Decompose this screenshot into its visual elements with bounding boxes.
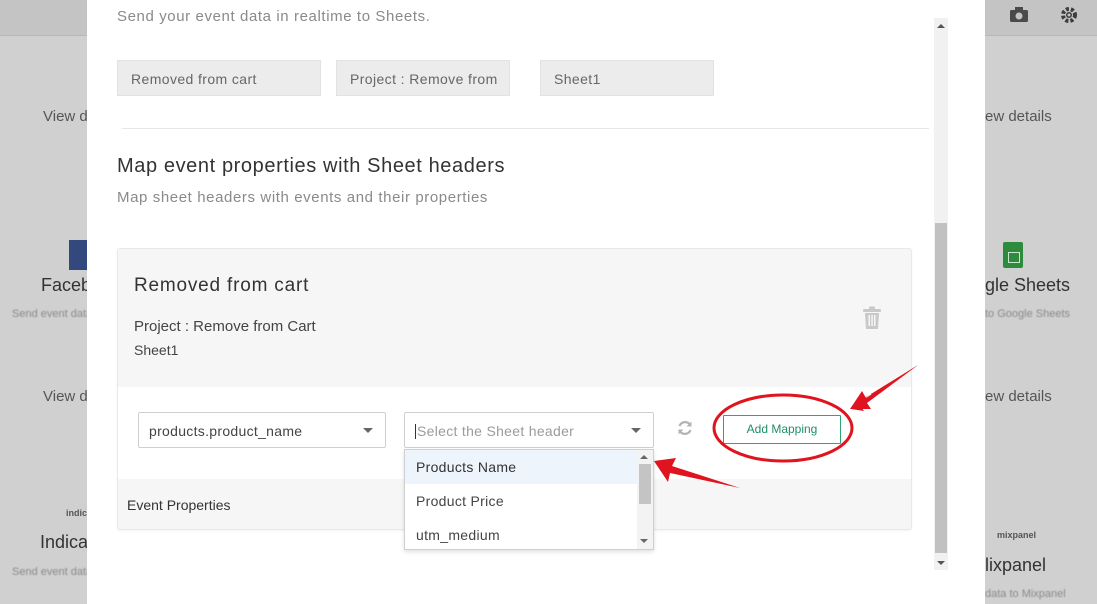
bg-card-title: gle Sheets bbox=[985, 275, 1071, 295]
dropdown-option[interactable]: utm_medium bbox=[405, 518, 653, 549]
event-name-field: Removed from cart bbox=[117, 60, 321, 96]
bg-card-title: lixpanel bbox=[985, 555, 1047, 575]
event-property-select-value: products.product_name bbox=[149, 423, 303, 439]
dropdown-option[interactable]: Product Price bbox=[405, 484, 653, 518]
chevron-down-icon bbox=[363, 428, 373, 433]
bg-view-details-link[interactable]: ew details bbox=[985, 388, 1052, 405]
modal-subtitle: Send your event data in realtime to Shee… bbox=[117, 8, 431, 25]
modal-scrollbar[interactable] bbox=[934, 18, 948, 570]
bg-card-title: Faceb bbox=[41, 275, 92, 295]
section-title: Map event properties with Sheet headers bbox=[117, 155, 506, 177]
chevron-down-icon bbox=[631, 428, 641, 433]
card-title: Removed from cart bbox=[134, 275, 310, 296]
google-sheets-logo-icon bbox=[1003, 242, 1023, 268]
bg-view-details-link[interactable]: View d bbox=[43, 108, 88, 125]
bg-view-details-link[interactable]: ew details bbox=[985, 108, 1052, 125]
sheet-header-dropdown: Products Name Product Price utm_medium bbox=[404, 449, 654, 550]
facebook-logo-icon bbox=[69, 240, 87, 270]
section-description: Map sheet headers with events and their … bbox=[117, 189, 489, 206]
refresh-icon[interactable] bbox=[675, 419, 695, 439]
trash-icon[interactable] bbox=[862, 306, 882, 330]
project-name-field: Project : Remove from bbox=[336, 60, 510, 96]
scroll-up-icon[interactable] bbox=[937, 24, 945, 28]
scroll-down-icon[interactable] bbox=[937, 561, 945, 565]
text-cursor bbox=[415, 424, 416, 439]
mixpanel-logo-icon: mixpanel bbox=[997, 530, 1037, 540]
bg-card-title: Indica bbox=[40, 532, 89, 552]
event-property-select[interactable]: products.product_name bbox=[138, 412, 386, 448]
scroll-up-icon[interactable] bbox=[640, 455, 648, 459]
dropdown-scroll-thumb[interactable] bbox=[639, 464, 651, 504]
card-sheet: Sheet1 bbox=[134, 342, 179, 358]
card-project: Project : Remove from Cart bbox=[134, 318, 316, 335]
sheet-header-select[interactable]: Select the Sheet header bbox=[404, 412, 654, 448]
gear-icon[interactable] bbox=[1059, 6, 1079, 24]
camera-icon[interactable] bbox=[1009, 6, 1029, 24]
sheet-name-field: Sheet1 bbox=[540, 60, 714, 96]
divider bbox=[122, 128, 929, 129]
dropdown-option[interactable]: Products Name bbox=[405, 450, 653, 484]
bg-view-details-link[interactable]: View d bbox=[43, 388, 88, 405]
add-mapping-button[interactable]: Add Mapping bbox=[723, 415, 841, 444]
dropdown-scrollbar[interactable] bbox=[637, 450, 653, 549]
bg-card-subtitle: data to Mixpanel bbox=[985, 588, 1066, 600]
event-properties-label: Event Properties bbox=[127, 497, 231, 513]
scroll-down-icon[interactable] bbox=[640, 539, 648, 543]
modal-scroll-thumb[interactable] bbox=[935, 223, 947, 553]
sheets-integration-modal: Send your event data in realtime to Shee… bbox=[87, 0, 985, 604]
bg-card-subtitle: to Google Sheets bbox=[985, 308, 1071, 320]
sheet-header-select-placeholder: Select the Sheet header bbox=[417, 423, 575, 439]
